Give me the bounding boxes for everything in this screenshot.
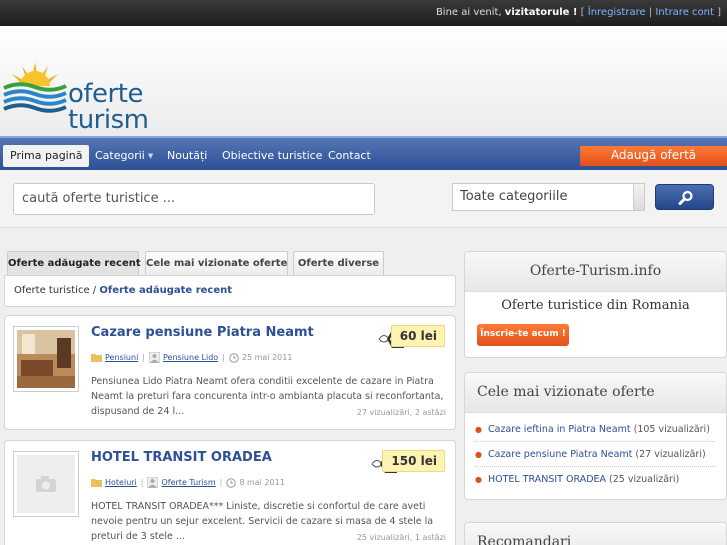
listing-title[interactable]: HOTEL TRANSIT ORADEA — [91, 450, 272, 465]
top-bar: Bine ai venit, vizitatorule ! [ Înregist… — [0, 0, 727, 26]
listing-title[interactable]: Cazare pensiune Piatra Neamt — [91, 325, 314, 340]
meta-pipe: | — [219, 478, 223, 487]
select-arrow-icon — [633, 184, 644, 210]
bracket-close: ] — [713, 7, 721, 18]
site-tagline: Oferte turistice din Romania — [501, 298, 690, 313]
breadcrumb-separator: / — [89, 285, 100, 296]
listing-price: 60 lei — [390, 325, 445, 347]
listing-date: 8 mai 2011 — [239, 478, 285, 487]
folder-icon — [91, 354, 102, 362]
listing-author-link[interactable]: Oferte Turism — [161, 478, 215, 487]
most-viewed-box: Cele mai vizionate oferte ● Cazare ieftin… — [464, 372, 727, 500]
site-logo[interactable]: oferte turism — [2, 54, 162, 133]
divider — [475, 441, 715, 442]
popular-item-views: (105 vizualizări) — [630, 424, 710, 435]
nav-item-contact[interactable]: Contact — [321, 145, 378, 167]
clock-icon — [229, 352, 239, 363]
listing-meta: Pensiuni | Pensiune Lido | 25 mai 2011 — [91, 352, 292, 363]
breadcrumb-current: Oferte adăugate recent — [99, 285, 233, 296]
site-info-title: Oferte-Turism.info — [465, 252, 726, 292]
nav-item-news[interactable]: Noutăți — [160, 145, 214, 167]
header: oferte turism — [0, 26, 727, 136]
main-nav: Prima pagină Categorii ▼ Noutăți Obiectiv… — [0, 136, 727, 170]
popular-item-link[interactable]: Cazare ieftina in Piatra Neamt — [488, 424, 631, 435]
site-info-box: Oferte-Turism.info Oferte turistice din … — [464, 251, 727, 358]
login-link[interactable]: Intrare cont — [655, 7, 714, 18]
listing-author-link[interactable]: Pensiune Lido — [163, 353, 218, 362]
popular-item-link[interactable]: HOTEL TRANSIT ORADEA — [488, 474, 606, 485]
bullet-icon: ● — [475, 475, 482, 484]
most-viewed-title: Cele mai vizionate oferte — [465, 373, 726, 413]
breadcrumb: Oferte turistice / Oferte adăugate recen… — [4, 275, 456, 307]
username: vizitatorule ! — [504, 7, 578, 18]
popular-item-views: (27 vizualizări) — [632, 449, 706, 460]
listing-category-link[interactable]: Pensiuni — [105, 353, 138, 362]
room-photo-icon — [17, 330, 75, 388]
listing-thumbnail[interactable] — [13, 451, 79, 517]
meta-pipe: | — [140, 478, 144, 487]
category-select-value: Toate categoriile — [460, 189, 568, 204]
chevron-down-icon: ▼ — [147, 152, 154, 160]
search-icon — [678, 190, 693, 205]
popular-item: ● HOTEL TRANSIT ORADEA (25 vizualizări) — [475, 474, 679, 485]
category-select[interactable]: Toate categoriile — [452, 183, 645, 211]
search-bar: caută oferte turistice ... Toate categor… — [0, 170, 727, 228]
nav-item-home[interactable]: Prima pagină — [3, 145, 90, 167]
search-button[interactable] — [655, 184, 714, 210]
listing-card: HOTEL TRANSIT ORADEA Hoteluri | Oferte Tur… — [4, 440, 456, 545]
logo-word-turism: turism — [68, 105, 149, 135]
listing-price: 150 lei — [382, 450, 445, 472]
popular-item: ● Cazare ieftina in Piatra Neamt (105 viz… — [475, 424, 710, 435]
recommendations-box: Recomandari — [464, 522, 727, 545]
signup-button[interactable]: Înscrie-te acum ! — [477, 324, 569, 346]
tab-various-offers[interactable]: Oferte diverse — [293, 251, 384, 275]
listing-stats: 25 vizualizări, 1 astăzi — [356, 533, 446, 542]
topbar-separator: | — [645, 7, 656, 18]
popular-item-link[interactable]: Cazare pensiune Piatra Neamt — [488, 449, 632, 460]
bracket-open: [ — [577, 7, 588, 18]
folder-icon — [91, 479, 102, 487]
nav-item-attractions[interactable]: Obiective turistice — [215, 145, 329, 167]
logo-text: oferte turism — [68, 79, 149, 135]
user-icon — [149, 352, 160, 363]
clock-icon — [226, 477, 237, 488]
listing-stats: 27 vizualizări, 2 astăzi — [356, 408, 446, 417]
user-icon — [147, 477, 159, 488]
popular-item: ● Cazare pensiune Piatra Neamt (27 vizual… — [475, 449, 706, 460]
listing-meta: Hoteluri | Oferte Turism | 8 mai 2011 — [91, 477, 285, 488]
bullet-icon: ● — [475, 450, 482, 459]
logo-word-oferte: oferte — [68, 79, 143, 109]
tab-most-viewed[interactable]: Cele mai vizionate oferte — [145, 251, 288, 275]
listing-card: Cazare pensiune Piatra Neamt Pensiuni | Pe… — [4, 315, 456, 430]
listing-date: 25 mai 2011 — [241, 353, 293, 362]
tab-recent-offers[interactable]: Oferte adăugate recent — [7, 251, 141, 275]
bullet-icon: ● — [475, 425, 482, 434]
search-input[interactable]: caută oferte turistice ... — [13, 183, 375, 215]
divider — [475, 466, 715, 467]
sun-waves-logo-icon — [3, 62, 67, 113]
listing-thumbnail[interactable] — [13, 326, 79, 392]
nav-item-categories[interactable]: Categorii ▼ — [88, 145, 160, 167]
recommendations-title: Recomandari — [465, 523, 726, 545]
popular-item-views: (25 vizualizări) — [606, 474, 680, 485]
nav-categories-label: Categorii — [95, 149, 145, 162]
breadcrumb-root[interactable]: Oferte turistice — [14, 285, 90, 296]
meta-pipe: | — [222, 353, 225, 362]
register-link[interactable]: Înregistrare — [588, 7, 646, 18]
camera-placeholder-icon — [17, 455, 75, 513]
add-offer-button[interactable]: Adaugă ofertă — [580, 146, 727, 166]
listing-category-link[interactable]: Hoteluri — [105, 478, 137, 487]
welcome-text: Bine ai venit, — [435, 7, 505, 18]
meta-pipe: | — [142, 353, 145, 362]
